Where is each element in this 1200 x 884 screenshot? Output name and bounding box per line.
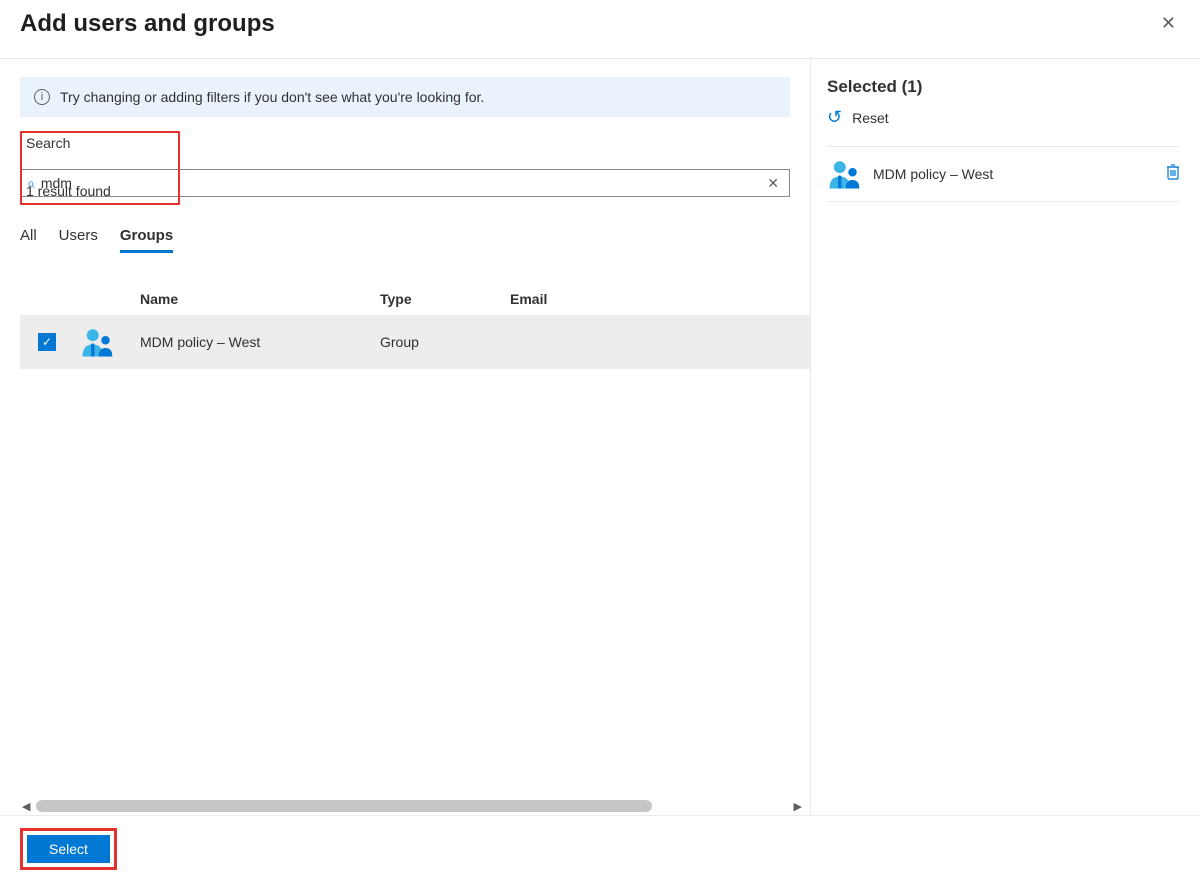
search-label: Search	[26, 135, 174, 151]
group-icon	[827, 159, 861, 189]
row-type: Group	[380, 334, 510, 350]
scroll-left-arrow[interactable]: ◀	[20, 800, 32, 813]
scroll-thumb[interactable]	[36, 800, 652, 812]
tab-all[interactable]: All	[20, 227, 37, 253]
row-checkbox[interactable]: ✓	[38, 333, 56, 351]
horizontal-scrollbar[interactable]: ◀ ▶	[20, 797, 804, 815]
info-banner-text: Try changing or adding filters if you do…	[60, 89, 484, 105]
select-button-highlight: Select	[20, 828, 117, 870]
row-name: MDM policy – West	[140, 334, 380, 350]
column-type: Type	[380, 291, 510, 307]
scroll-track[interactable]	[36, 800, 787, 812]
column-email: Email	[510, 291, 810, 307]
column-name: Name	[140, 291, 380, 307]
selected-title: Selected (1)	[827, 77, 1180, 97]
selected-item-name: MDM policy – West	[873, 166, 1166, 182]
group-icon	[80, 327, 140, 357]
clear-search-button[interactable]: ✕	[763, 175, 783, 192]
reset-label: Reset	[852, 110, 889, 126]
tab-users[interactable]: Users	[59, 227, 98, 253]
scroll-right-arrow[interactable]: ▶	[792, 800, 804, 813]
search-highlight-region: Search 1 result found	[20, 131, 180, 205]
reset-button[interactable]: ↺ Reset	[827, 107, 1180, 128]
page-title: Add users and groups	[20, 10, 275, 38]
remove-selected-button[interactable]	[1166, 164, 1180, 185]
tab-groups[interactable]: Groups	[120, 227, 173, 253]
info-banner: i Try changing or adding filters if you …	[20, 77, 790, 117]
search-result-count: 1 result found	[26, 183, 174, 199]
results-header: Name Type Email	[20, 283, 810, 315]
close-button[interactable]: ✕	[1157, 10, 1180, 36]
result-row[interactable]: ✓ MDM policy – West Group	[20, 315, 810, 369]
info-icon: i	[34, 89, 50, 105]
select-button[interactable]: Select	[27, 835, 110, 863]
filter-tabs: All Users Groups	[20, 227, 810, 253]
selected-item: MDM policy – West	[827, 147, 1180, 202]
reset-icon: ↺	[827, 107, 842, 128]
